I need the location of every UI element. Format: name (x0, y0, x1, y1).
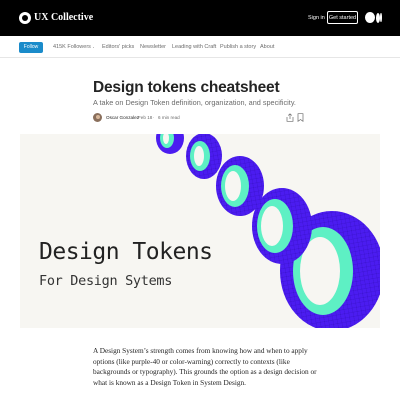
medium-logo-icon[interactable] (365, 12, 382, 23)
bookmark-icon[interactable] (297, 113, 304, 122)
followers-count[interactable]: 415K Followers (53, 44, 91, 51)
meta-separator: · (153, 115, 155, 120)
brand-name[interactable]: UX Collective (34, 12, 93, 24)
nav-link-leading-with-craft[interactable]: Leading with Craft (172, 44, 216, 51)
read-time: 6 min read (158, 115, 180, 120)
hero-3d-rings-illustration (156, 134, 380, 328)
logo-icon[interactable] (19, 12, 31, 24)
author-avatar[interactable] (93, 113, 102, 122)
follow-button[interactable]: Follow (19, 42, 43, 53)
nav-divider (93, 47, 94, 48)
body-line: A Design System’s strength comes from kn… (93, 346, 308, 355)
sign-in-link[interactable]: Sign in (308, 14, 325, 22)
hero-subtitle: For Design Sytems (39, 273, 173, 289)
body-line: what is known as a Design Token in Syste… (93, 377, 246, 387)
publish-date: Feb 18 (138, 115, 153, 120)
article-title: Design tokens cheatsheet (93, 79, 280, 96)
publication-nav: Follow 415K Followers Editors' picks New… (0, 36, 400, 58)
share-icon[interactable] (286, 113, 294, 122)
get-started-button[interactable]: Get started (327, 11, 358, 24)
top-bar: UX Collective Sign in Get started (0, 0, 400, 36)
nav-link-about[interactable]: About (260, 44, 274, 51)
hero-title: Design Tokens (39, 239, 213, 265)
hero-image: Design Tokens For Design Sytems (20, 134, 380, 328)
nav-link-publish-a-story[interactable]: Publish a story (220, 44, 256, 51)
article-subtitle: A take on Design Token definition, organ… (93, 98, 296, 107)
nav-link-editors-picks[interactable]: Editors' picks (102, 44, 134, 51)
body-paragraph: A Design System’s strength comes from kn… (93, 346, 317, 388)
nav-link-newsletter[interactable]: Newsletter (140, 44, 166, 51)
body-line: backgrounds or typography). This grounds… (93, 367, 317, 376)
body-line: options (like purple-40 or color-warning… (93, 356, 290, 366)
article-body: A Design System’s strength comes from kn… (93, 346, 317, 388)
author-name[interactable]: Oscar Gonzalez (106, 115, 139, 121)
